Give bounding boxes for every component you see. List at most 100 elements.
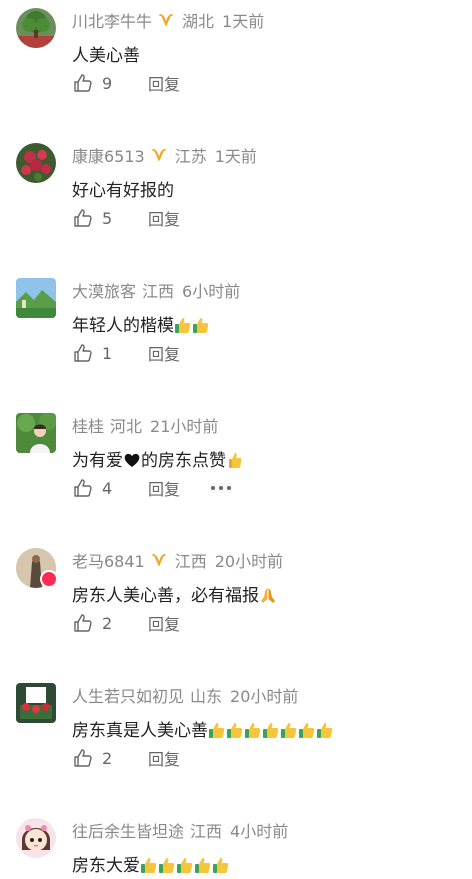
- thumbs-up-icon: [244, 721, 262, 739]
- reply-button[interactable]: 回复: [148, 71, 180, 95]
- comment-item: 康康6513 江苏 1天前 好心有好报的 5 回复: [0, 135, 472, 270]
- thumbs-up-icon: [194, 856, 212, 874]
- comment-meta: 人生若只如初见 山东 20小时前: [72, 684, 298, 706]
- thumbs-up-icon: [140, 856, 158, 874]
- comment-item: 老马6841 江西 20小时前 房东人美心善，必有福报 2 回复: [0, 540, 472, 675]
- thumbs-up-icon: [298, 721, 316, 739]
- like-count: 9: [102, 73, 113, 93]
- thumbs-up-icon: [158, 856, 176, 874]
- thumbs-up-icon: [212, 856, 230, 874]
- location: 江西: [174, 552, 207, 571]
- like-button[interactable]: 2: [72, 612, 124, 634]
- username[interactable]: 人生若只如初见: [72, 683, 184, 707]
- username[interactable]: 老马6841: [72, 548, 145, 572]
- comment-item: 大漠旅客 江西 6小时前 年轻人的楷模 1 回复: [0, 270, 472, 405]
- comment-meta: 川北李牛牛 湖北 1天前: [72, 9, 264, 31]
- thumbs-up-icon: [72, 342, 94, 364]
- avatar[interactable]: [16, 413, 56, 453]
- location: 江西: [190, 822, 223, 841]
- like-button[interactable]: 2: [72, 747, 124, 769]
- comment-meta: 康康6513 江苏 1天前: [72, 144, 257, 166]
- username[interactable]: 桂桂: [72, 413, 104, 437]
- verified-badge-icon: [151, 553, 167, 567]
- location: 江西: [142, 282, 175, 301]
- timestamp: 1天前: [222, 12, 265, 31]
- thumbs-up-icon: [72, 207, 94, 229]
- comment-item: 川北李牛牛 湖北 1天前 人美心善 9 回复: [0, 0, 472, 135]
- thumbs-up-icon: [72, 477, 94, 499]
- timestamp: 1天前: [214, 147, 257, 166]
- black-heart-icon: [123, 451, 141, 469]
- comment-actions: 5 回复: [72, 205, 180, 231]
- verified-badge-icon: [151, 148, 167, 162]
- comment-meta: 桂桂 河北 21小时前: [72, 414, 218, 436]
- comment-meta: 往后余生皆坦途 江西 4小时前: [72, 819, 288, 841]
- comment-meta: 大漠旅客 江西 6小时前: [72, 279, 240, 301]
- comment-item: 桂桂 河北 21小时前 为有爱 的房东点赞 4 回复: [0, 405, 472, 540]
- comment-item: 往后余生皆坦途 江西 4小时前 房东大爱: [0, 810, 472, 879]
- avatar[interactable]: [16, 683, 56, 723]
- thumbs-up-icon: [208, 721, 226, 739]
- thumbs-up-icon: [226, 451, 244, 469]
- thumbs-up-icon: [226, 721, 244, 739]
- avatar[interactable]: [16, 143, 56, 183]
- thumbs-up-icon: [176, 856, 194, 874]
- thumbs-up-icon: [72, 72, 94, 94]
- avatar[interactable]: [16, 8, 56, 48]
- comment-text: 房东真是人美心善: [72, 719, 334, 743]
- like-count: 1: [102, 343, 113, 363]
- reply-button[interactable]: 回复: [148, 746, 180, 770]
- comment-actions: 9 回复: [72, 70, 180, 96]
- location: 湖北: [182, 12, 215, 31]
- praying-hands-icon: [259, 586, 277, 604]
- timestamp: 6小时前: [182, 282, 241, 301]
- reply-button[interactable]: 回复: [148, 476, 180, 500]
- like-button[interactable]: 9: [72, 72, 124, 94]
- like-button[interactable]: 1: [72, 342, 124, 364]
- comment-actions: 1 回复: [72, 340, 180, 366]
- verified-badge-icon: [158, 13, 174, 27]
- username[interactable]: 往后余生皆坦途: [72, 818, 184, 842]
- like-count: 4: [102, 478, 113, 498]
- timestamp: 21小时前: [150, 417, 219, 436]
- username[interactable]: 川北李牛牛: [72, 8, 152, 32]
- reply-button[interactable]: 回复: [148, 206, 180, 230]
- comment-text: 人美心善: [72, 46, 140, 66]
- timestamp: 20小时前: [230, 687, 299, 706]
- comment-text: 好心有好报的: [72, 181, 174, 201]
- comment-actions: 2 回复: [72, 745, 180, 771]
- comment-item: 人生若只如初见 山东 20小时前 房东真是人美心善 2 回复: [0, 675, 472, 810]
- thumbs-up-icon: [280, 721, 298, 739]
- comment-text: 为有爱 的房东点赞: [72, 449, 244, 473]
- comment-actions: 4 回复: [72, 475, 232, 501]
- like-count: 5: [102, 208, 113, 228]
- like-button[interactable]: 4: [72, 477, 124, 499]
- like-count: 2: [102, 613, 113, 633]
- comment-text: 房东人美心善，必有福报: [72, 584, 277, 608]
- thumbs-up-icon: [262, 721, 280, 739]
- thumbs-up-icon: [72, 747, 94, 769]
- like-button[interactable]: 5: [72, 207, 124, 229]
- comment-text: 年轻人的楷模: [72, 314, 210, 338]
- avatar[interactable]: [16, 548, 58, 588]
- thumbs-up-icon: [72, 612, 94, 634]
- thumbs-up-icon: [192, 316, 210, 334]
- reply-button[interactable]: 回复: [148, 611, 180, 635]
- timestamp: 20小时前: [214, 552, 284, 571]
- live-badge-icon: [40, 570, 58, 588]
- timestamp: 4小时前: [230, 822, 289, 841]
- username[interactable]: 大漠旅客: [72, 278, 136, 302]
- comment-text: 房东大爱: [72, 854, 230, 878]
- location: 江苏: [174, 147, 207, 166]
- comment-meta: 老马6841 江西 20小时前: [72, 549, 283, 571]
- avatar[interactable]: [16, 818, 56, 858]
- like-count: 2: [102, 748, 113, 768]
- location: 山东: [190, 687, 223, 706]
- username[interactable]: 康康6513: [72, 143, 145, 167]
- comment-actions: 2 回复: [72, 610, 180, 636]
- location: 河北: [110, 417, 143, 436]
- more-options-icon[interactable]: [210, 485, 232, 491]
- reply-button[interactable]: 回复: [148, 341, 180, 365]
- thumbs-up-icon: [316, 721, 334, 739]
- avatar[interactable]: [16, 278, 56, 318]
